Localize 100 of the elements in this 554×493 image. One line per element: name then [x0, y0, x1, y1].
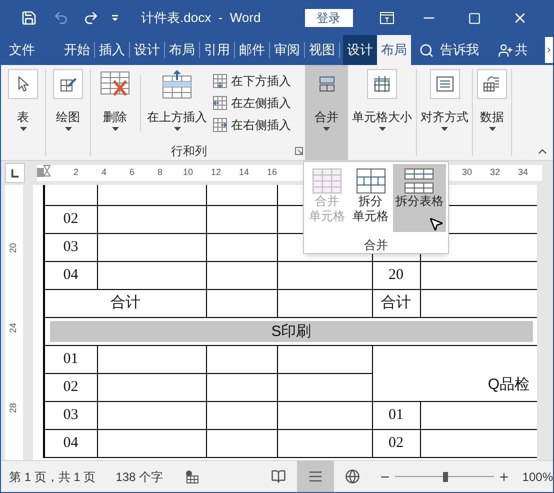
insert-left-button[interactable]: 在左侧插入: [212, 92, 291, 114]
ruler-number: 28: [7, 403, 20, 413]
pointer-icon: [16, 76, 30, 92]
ruler-number: 20: [7, 243, 20, 253]
ribbon-tab[interactable]: 开始: [60, 35, 94, 65]
share-icon: [498, 42, 513, 58]
table-cell: [206, 401, 277, 429]
table-cell: 合计: [44, 289, 206, 317]
ruler-number: 12: [210, 166, 222, 180]
dialog-launcher-icon[interactable]: [295, 147, 303, 155]
tab-stop-icon[interactable]: [5, 163, 25, 183]
table-cell: 02: [44, 373, 97, 401]
proofing-icon[interactable]: [185, 470, 199, 484]
table-cell: [44, 185, 97, 205]
ribbon-tab[interactable]: 布局: [165, 35, 199, 65]
ribbon-display-icon[interactable]: [380, 12, 394, 24]
alignment-icon: [436, 76, 454, 92]
zoom-slider[interactable]: [394, 472, 494, 482]
table-cell: 20: [372, 261, 420, 289]
table-icon: [404, 168, 434, 194]
table-icon: [312, 168, 342, 194]
window-title: 计件表.docx - Word: [141, 9, 261, 28]
ruler-number: 2: [72, 166, 80, 180]
table-cell: 02: [44, 205, 97, 233]
maximize-icon[interactable]: [468, 12, 481, 24]
table-cell: [206, 289, 277, 317]
ruler-number: 6: [128, 166, 136, 180]
menu-item[interactable]: 拆分表格: [392, 164, 446, 232]
alignment-button[interactable]: 对齐方式: [417, 65, 472, 160]
merge-icon: [318, 75, 336, 93]
ribbon-tab[interactable]: 审阅: [270, 35, 304, 65]
ribbon-tab[interactable]: 设计: [130, 35, 164, 65]
caret-icon: [64, 127, 72, 131]
table-cell: [206, 429, 277, 457]
caret-icon: [441, 127, 448, 131]
table-cell: [206, 233, 277, 261]
ribbon-tab[interactable]: 设计: [343, 35, 377, 65]
delete-button[interactable]: 删除: [95, 65, 135, 142]
insert-above-button[interactable]: 在上方插入: [146, 65, 208, 142]
menu-item[interactable]: 拆分 单元格: [349, 164, 392, 232]
cell-size-icon: [373, 75, 391, 93]
table-cell: 01: [44, 345, 97, 373]
word-count[interactable]: 138 个字: [116, 468, 164, 486]
table-button[interactable]: 表: [5, 65, 41, 160]
insert-right-icon: [212, 117, 228, 133]
insert-above-icon: [162, 69, 192, 99]
ruler-number: 14: [238, 166, 250, 180]
cell-size-button[interactable]: 单元格大小: [348, 65, 416, 160]
customize-icon[interactable]: [111, 14, 119, 22]
chevron-right-icon: [545, 46, 553, 54]
table-cell: 04: [44, 429, 97, 457]
caret-icon: [174, 127, 180, 131]
merge-button[interactable]: 合并: [305, 65, 348, 160]
table-cell: 02: [372, 429, 420, 457]
caret-icon: [378, 127, 386, 131]
insert-right-button[interactable]: 在右侧插入: [212, 114, 291, 136]
mouse-pointer-icon: [428, 216, 444, 232]
caret-icon: [20, 127, 26, 131]
save-icon[interactable]: [21, 10, 37, 26]
redo-icon[interactable]: [83, 10, 99, 26]
login-button[interactable]: 登录: [304, 9, 353, 27]
search-icon: [419, 42, 434, 58]
ruler-number: 16: [266, 166, 278, 180]
ruler-number: 24: [7, 323, 20, 333]
section-header: S印刷: [50, 320, 532, 342]
table-cell: [206, 373, 277, 401]
ribbon-tab[interactable]: 视图: [305, 35, 339, 65]
caret-icon: [323, 127, 330, 131]
zoom-level[interactable]: 100%: [522, 468, 553, 486]
delete-table-icon: [100, 71, 130, 97]
book-icon: [270, 469, 286, 484]
group-label: 行和列: [171, 143, 207, 160]
table-cell: [206, 205, 277, 233]
ribbon-tab[interactable]: 引用: [200, 35, 234, 65]
globe-icon: [344, 469, 360, 484]
ruler-number: 10: [182, 166, 194, 180]
insert-left-icon: [212, 95, 228, 111]
insert-below-icon: [212, 73, 228, 89]
draw-button[interactable]: 绘图: [50, 65, 86, 160]
table-cell: 04: [44, 261, 97, 289]
ribbon-tab[interactable]: 插入: [95, 35, 129, 65]
table-cell: 合计: [372, 289, 420, 317]
lines-icon: [308, 469, 323, 484]
insert-below-button[interactable]: 在下方插入: [212, 70, 291, 92]
print-view-button[interactable]: [296, 461, 334, 492]
draw-table-icon: [59, 75, 77, 93]
zoom-in-icon[interactable]: [498, 470, 510, 482]
page-count[interactable]: 第 1 页，共 1 页: [9, 468, 96, 486]
table-cell: [206, 261, 277, 289]
caret-icon: [112, 127, 118, 131]
caret-icon: [488, 127, 496, 131]
ribbon-tab[interactable]: 邮件: [235, 35, 269, 65]
data-button[interactable]: 数据: [473, 65, 511, 160]
ribbon-tab[interactable]: 文件: [1, 35, 43, 65]
tell-me-button[interactable]: 告诉我: [440, 35, 479, 65]
ribbon-tab[interactable]: 布局: [377, 35, 411, 65]
table-cell: [206, 185, 277, 205]
ruler-number: 8: [156, 166, 164, 180]
ruler-number: 4: [100, 166, 108, 180]
table-icon: [356, 168, 386, 194]
